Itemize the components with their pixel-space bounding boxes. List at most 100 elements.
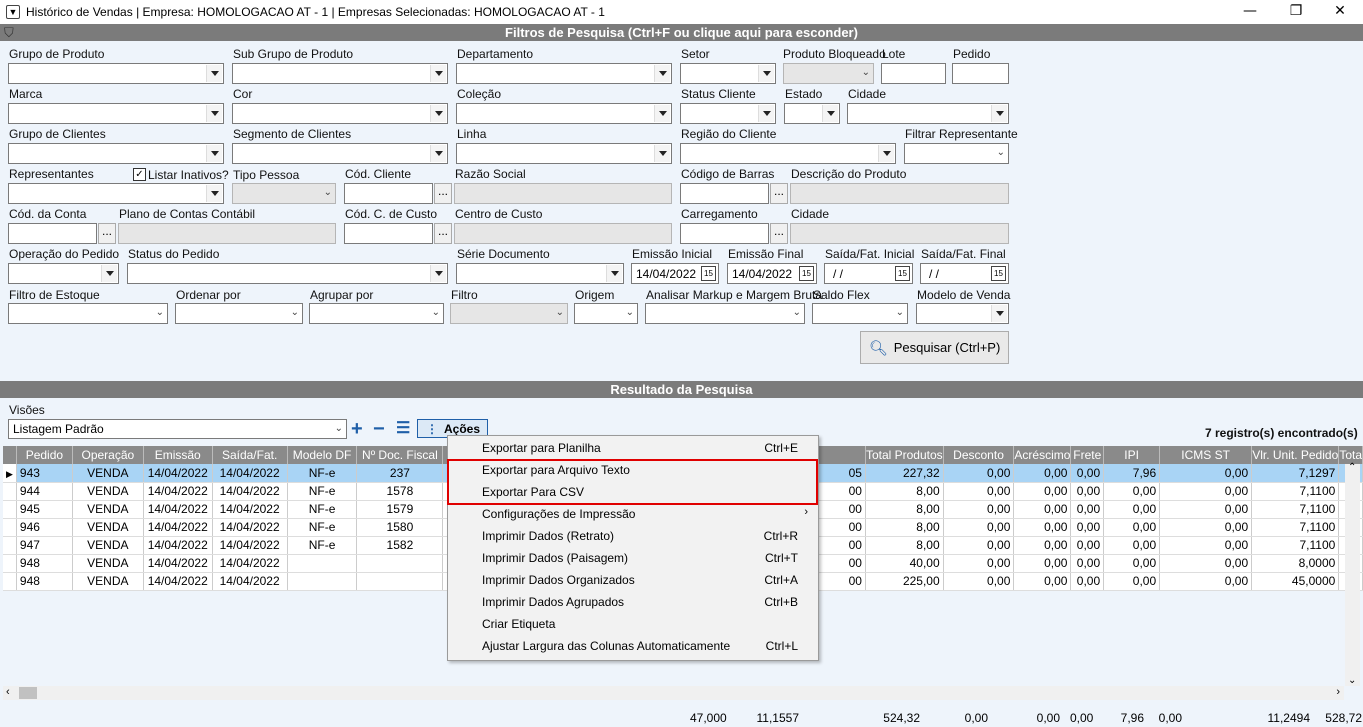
agrupar-por-select[interactable]: ⌄ xyxy=(309,303,444,324)
column-header[interactable]: Acréscimo xyxy=(1013,446,1072,464)
menu-item[interactable]: Exportar para Planilha Ctrl+E xyxy=(448,437,818,459)
column-header[interactable]: Pedido xyxy=(16,446,73,464)
calendar-icon[interactable]: 15 xyxy=(991,266,1006,281)
column-header[interactable]: ICMS ST xyxy=(1159,446,1253,464)
horizontal-scrollbar[interactable]: ‹ › xyxy=(3,686,1344,700)
ordenar-por-select[interactable]: ⌄ xyxy=(175,303,303,324)
column-header[interactable]: Frete xyxy=(1070,446,1105,464)
departamento-select[interactable] xyxy=(456,63,672,84)
dropdown-arrow-icon xyxy=(206,145,222,162)
saida-final-date[interactable]: / / 15 xyxy=(920,263,1009,284)
segmento-clientes-select[interactable] xyxy=(232,143,448,164)
cor-select[interactable] xyxy=(232,103,448,124)
column-header[interactable]: Saída/Fat. xyxy=(212,446,288,464)
menu-lines-icon[interactable]: ☰ xyxy=(396,419,410,439)
linha-select[interactable] xyxy=(456,143,672,164)
cod-cliente-input[interactable] xyxy=(344,183,433,204)
dropdown-arrow-icon xyxy=(206,105,222,122)
table-cell: 40,00 xyxy=(865,554,944,573)
regiao-cliente-select[interactable] xyxy=(680,143,896,164)
label-grupo-clientes: Grupo de Clientes xyxy=(9,127,106,141)
label-saldo-flex: Saldo Flex xyxy=(813,288,870,302)
scroll-down-icon[interactable]: ⌄ xyxy=(1348,675,1356,686)
menu-item[interactable]: Imprimir Dados (Retrato) Ctrl+R xyxy=(448,525,818,547)
chevron-down-icon: ⌄ xyxy=(334,423,343,434)
column-header[interactable]: Modelo DF xyxy=(287,446,358,464)
centro-custo-lookup-button[interactable]: ... xyxy=(434,223,452,244)
close-button[interactable]: ✕ xyxy=(1317,0,1363,24)
vertical-scrollbar[interactable]: ⌃ ⌄ xyxy=(1345,462,1360,686)
filtro-estoque-select[interactable]: ⌄ xyxy=(8,303,168,324)
filters-header[interactable]: Filtros de Pesquisa (Ctrl+F ou clique aq… xyxy=(0,24,1363,41)
menu-item[interactable]: Imprimir Dados Agrupados Ctrl+B xyxy=(448,591,818,613)
add-view-icon[interactable]: + xyxy=(351,419,363,439)
cod-conta-lookup-button[interactable]: ... xyxy=(98,223,116,244)
column-header[interactable]: Vlr. Unit. Pedido xyxy=(1251,446,1340,464)
cidade-select[interactable] xyxy=(847,103,1009,124)
filtro-select[interactable]: ⌄ xyxy=(450,303,568,324)
table-cell: 14/04/2022 xyxy=(212,536,288,555)
menu-item[interactable]: Criar Etiqueta xyxy=(448,613,818,635)
column-header[interactable]: Total Produtos xyxy=(865,446,944,464)
calendar-icon[interactable]: 15 xyxy=(895,266,910,281)
codigo-barras-input[interactable] xyxy=(680,183,769,204)
produto-bloqueado-select[interactable]: ⌄ xyxy=(783,63,874,84)
table-cell: VENDA xyxy=(72,500,144,519)
carregamento-lookup-button[interactable]: ... xyxy=(770,223,788,244)
pedido-input[interactable] xyxy=(952,63,1009,84)
colecao-select[interactable] xyxy=(456,103,672,124)
filter-icon[interactable]: ⛉ xyxy=(4,25,14,41)
column-header[interactable]: Desconto xyxy=(943,446,1015,464)
column-header[interactable]: Operação xyxy=(72,446,144,464)
filtrar-representante-select[interactable]: ⌄ xyxy=(904,143,1009,164)
visao-select[interactable]: Listagem Padrão ⌄ xyxy=(8,419,347,439)
serie-documento-select[interactable] xyxy=(456,263,624,284)
grupo-produto-select[interactable] xyxy=(8,63,224,84)
emissao-inicial-date[interactable]: 14/04/2022 15 xyxy=(631,263,719,284)
marca-select[interactable] xyxy=(8,103,224,124)
remove-view-icon[interactable]: − xyxy=(373,419,385,439)
calendar-icon[interactable]: 15 xyxy=(799,266,814,281)
menu-item[interactable]: Imprimir Dados (Paisagem) Ctrl+T xyxy=(448,547,818,569)
calendar-icon[interactable]: 15 xyxy=(701,266,716,281)
status-pedido-select[interactable] xyxy=(127,263,448,284)
emissao-final-date[interactable]: 14/04/2022 15 xyxy=(727,263,817,284)
cod-conta-input[interactable] xyxy=(8,223,97,244)
scroll-thumb[interactable] xyxy=(19,687,37,699)
cod-centro-custo-input[interactable] xyxy=(344,223,433,244)
cod-cliente-lookup-button[interactable]: ... xyxy=(434,183,452,204)
menu-item[interactable]: Ajustar Largura das Colunas Automaticame… xyxy=(448,635,818,657)
setor-select[interactable] xyxy=(680,63,776,84)
saida-inicial-date[interactable]: / / 15 xyxy=(824,263,913,284)
scroll-right-icon[interactable]: › xyxy=(1336,686,1340,698)
dropdown-arrow-icon xyxy=(206,185,222,202)
minimize-button[interactable]: — xyxy=(1227,0,1273,24)
scroll-up-icon[interactable]: ⌃ xyxy=(1348,462,1356,473)
table-cell: 0,00 xyxy=(1013,500,1072,519)
scroll-left-icon[interactable]: ‹ xyxy=(6,686,10,698)
saldo-flex-select[interactable]: ⌄ xyxy=(812,303,908,324)
maximize-button[interactable]: ❐ xyxy=(1273,0,1319,24)
origem-select[interactable]: ⌄ xyxy=(574,303,638,324)
listar-inativos-checkbox[interactable]: ✓ xyxy=(133,168,146,181)
menu-item[interactable]: Imprimir Dados Organizados Ctrl+A xyxy=(448,569,818,591)
tipo-pessoa-select[interactable]: ⌄ xyxy=(232,183,336,204)
table-cell: 0,00 xyxy=(1103,536,1161,555)
modelo-venda-select[interactable] xyxy=(916,303,1009,324)
pesquisar-button[interactable]: 🔍︎ Pesquisar (Ctrl+P) xyxy=(860,331,1009,364)
analisar-markup-select[interactable]: ⌄ xyxy=(645,303,805,324)
grupo-clientes-select[interactable] xyxy=(8,143,224,164)
column-header[interactable]: Nº Doc. Fiscal xyxy=(356,446,444,464)
status-cliente-select[interactable] xyxy=(680,103,776,124)
sub-grupo-select[interactable] xyxy=(232,63,448,84)
operacao-pedido-select[interactable] xyxy=(8,263,119,284)
results-header[interactable]: Resultado da Pesquisa xyxy=(0,381,1363,398)
representantes-select[interactable] xyxy=(8,183,224,204)
menu-item[interactable]: Configurações de Impressão › xyxy=(448,503,818,525)
lote-input[interactable] xyxy=(881,63,946,84)
estado-select[interactable] xyxy=(784,103,840,124)
codigo-barras-lookup-button[interactable]: ... xyxy=(770,183,788,204)
column-header[interactable]: Emissão xyxy=(143,446,213,464)
column-header[interactable]: IPI xyxy=(1103,446,1161,464)
carregamento-input[interactable] xyxy=(680,223,769,244)
